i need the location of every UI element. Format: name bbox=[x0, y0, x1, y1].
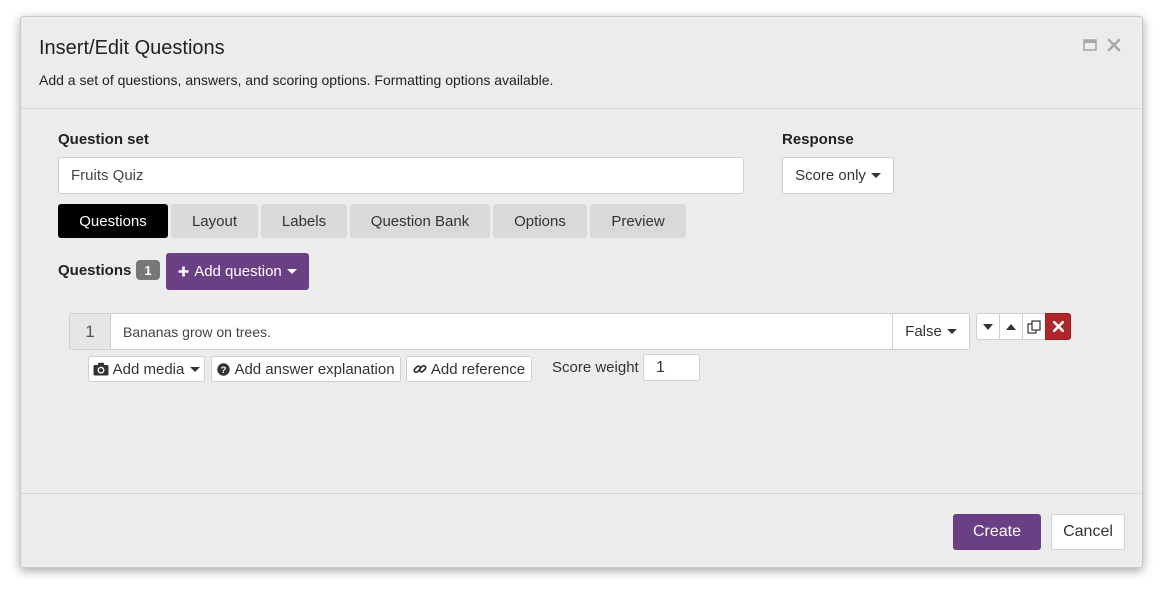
questions-label: Questions bbox=[58, 262, 132, 279]
close-icon[interactable] bbox=[1106, 37, 1124, 55]
add-media-label: Add media bbox=[112, 360, 185, 378]
delete-question-button[interactable] bbox=[1045, 313, 1071, 340]
question-text-input[interactable] bbox=[110, 313, 893, 350]
add-answer-explanation-button[interactable]: ? Add answer explanation bbox=[211, 356, 401, 382]
dialog-subtitle: Add a set of questions, answers, and sco… bbox=[39, 72, 554, 88]
caret-up-icon bbox=[1006, 323, 1016, 330]
copy-icon bbox=[1027, 319, 1041, 334]
question-number: 1 bbox=[69, 313, 111, 350]
add-reference-label: Add reference bbox=[430, 360, 526, 378]
caret-down-icon bbox=[870, 173, 881, 178]
caret-down-icon bbox=[983, 323, 993, 330]
tab-labels[interactable]: Labels bbox=[261, 204, 347, 238]
add-reference-button[interactable]: Add reference bbox=[406, 356, 532, 382]
question-row-controls bbox=[976, 313, 1071, 340]
duplicate-button[interactable] bbox=[1022, 313, 1046, 340]
score-weight-input[interactable] bbox=[643, 354, 700, 381]
move-down-button[interactable] bbox=[976, 313, 1000, 340]
question-row: 1 False bbox=[69, 313, 970, 350]
answer-selected-value: False bbox=[905, 323, 942, 340]
tab-options[interactable]: Options bbox=[493, 204, 587, 238]
answer-dropdown[interactable]: False bbox=[892, 313, 970, 350]
tab-question-bank[interactable]: Question Bank bbox=[350, 204, 490, 238]
add-question-button[interactable]: Add question bbox=[166, 253, 309, 290]
caret-down-icon bbox=[190, 366, 201, 372]
plus-icon bbox=[178, 266, 189, 277]
add-answer-explanation-label: Add answer explanation bbox=[234, 360, 395, 378]
question-set-input[interactable] bbox=[58, 157, 744, 194]
create-button[interactable]: Create bbox=[953, 514, 1041, 550]
link-icon bbox=[413, 364, 427, 374]
caret-down-icon bbox=[286, 269, 297, 274]
dialog-footer-divider bbox=[21, 493, 1142, 494]
response-selected-value: Score only bbox=[795, 167, 866, 184]
caret-down-icon bbox=[946, 329, 957, 334]
add-media-button[interactable]: Add media bbox=[88, 356, 205, 382]
tab-bar: Questions Layout Labels Question Bank Op… bbox=[58, 204, 686, 238]
response-dropdown[interactable]: Score only bbox=[782, 157, 894, 194]
dialog-title: Insert/Edit Questions bbox=[39, 37, 225, 59]
svg-text:?: ? bbox=[221, 365, 227, 376]
question-set-label: Question set bbox=[58, 131, 149, 148]
cancel-button[interactable]: Cancel bbox=[1051, 514, 1125, 550]
score-weight-label: Score weight bbox=[552, 359, 639, 376]
questions-count-badge: 1 bbox=[136, 260, 160, 280]
response-label: Response bbox=[782, 131, 854, 148]
dialog-header: Insert/Edit Questions Add a set of quest… bbox=[21, 17, 1142, 109]
tab-preview[interactable]: Preview bbox=[590, 204, 686, 238]
tab-questions[interactable]: Questions bbox=[58, 204, 168, 238]
camera-icon bbox=[93, 362, 109, 376]
move-up-button[interactable] bbox=[999, 313, 1023, 340]
delete-icon bbox=[1052, 321, 1064, 332]
maximize-icon[interactable] bbox=[1082, 37, 1100, 55]
add-question-label: Add question bbox=[194, 263, 282, 280]
question-circle-icon: ? bbox=[217, 362, 231, 376]
tab-layout[interactable]: Layout bbox=[171, 204, 258, 238]
insert-edit-questions-dialog: Insert/Edit Questions Add a set of quest… bbox=[20, 16, 1143, 568]
